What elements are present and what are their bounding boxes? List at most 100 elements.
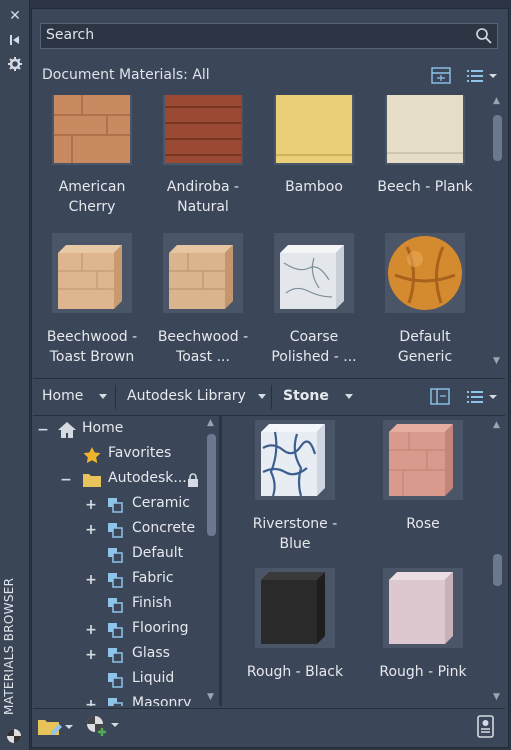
scroll-down-icon[interactable]: ▼: [207, 693, 214, 702]
library-materials-grid: Riverstone - Blue Rose Rough - Black Roug…: [222, 416, 505, 706]
tree-item-fabric[interactable]: + Fabric: [33, 569, 203, 591]
expand-icon[interactable]: +: [85, 623, 97, 637]
material-name-line1: American: [58, 179, 126, 195]
material-tile[interactable]: American Cherry: [42, 85, 142, 217]
lock-icon: [188, 473, 198, 487]
material-tile[interactable]: Beechwood - Toast ...: [153, 233, 253, 367]
material-swatch: [383, 420, 463, 500]
material-name-line1: Default: [399, 329, 451, 345]
material-tile[interactable]: Beech - Plank: [375, 85, 475, 197]
material-tile[interactable]: Bamboo: [264, 85, 364, 197]
tree-item-finish[interactable]: Finish: [33, 594, 203, 616]
scroll-down-icon[interactable]: ▼: [493, 357, 500, 366]
tree-item-label: Home: [82, 420, 124, 436]
tree-item-favorites[interactable]: Favorites: [33, 444, 203, 466]
material-name-line1: Bamboo: [285, 179, 343, 195]
tree-item-label: Finish: [132, 595, 172, 611]
expand-icon[interactable]: +: [85, 648, 97, 662]
material-name-line2: Polished - ...: [271, 349, 357, 365]
material-swatch: [383, 568, 463, 648]
tree-item-label: Masonry: [132, 695, 192, 706]
tree-item-ceramic[interactable]: + Ceramic: [33, 494, 203, 516]
chevron-down-icon[interactable]: [344, 393, 353, 399]
scrollbar-thumb[interactable]: [493, 554, 502, 586]
scrollbar-thumb[interactable]: [493, 115, 502, 161]
material-swatch: [52, 85, 132, 165]
material-tile[interactable]: Default Generic: [375, 233, 475, 367]
material-name-line1: Coarse: [289, 329, 339, 345]
material-tile[interactable]: Rough - Pink: [373, 568, 473, 682]
material-swatch: [163, 233, 243, 313]
tree-item-label: Favorites: [108, 445, 172, 461]
search-icon[interactable]: [475, 27, 493, 45]
tree-item-label: Liquid: [132, 670, 175, 686]
toggle-view-icon[interactable]: [430, 66, 452, 86]
scroll-up-icon[interactable]: ▲: [493, 421, 500, 430]
material-tile[interactable]: Rose: [373, 420, 473, 534]
collapse-icon[interactable]: −: [37, 423, 49, 437]
material-name-line2: Toast ...: [176, 349, 230, 365]
tree-item-label: Concrete: [132, 520, 196, 536]
folder-edit-icon: [38, 720, 73, 735]
tree-item-liquid[interactable]: Liquid: [33, 669, 203, 691]
material-name-line1: Beechwood -: [157, 329, 249, 345]
breadcrumb-home[interactable]: Home: [42, 388, 108, 404]
palette-title-strip: ✕ MATERIALS BROWSER: [0, 0, 30, 750]
create-material-button[interactable]: [85, 714, 121, 738]
material-swatch: [385, 85, 465, 165]
tree-item-glass[interactable]: + Glass: [33, 644, 203, 666]
expand-icon[interactable]: +: [85, 523, 97, 537]
library-grid-scrollbar[interactable]: ▲ ▼: [491, 416, 503, 706]
material-tile[interactable]: Andiroba - Natural: [153, 85, 253, 217]
toggle-tree-icon[interactable]: [429, 387, 451, 407]
tree-item-label: Ceramic: [132, 495, 190, 511]
material-category-icon: [108, 573, 123, 588]
material-category-icon: [108, 498, 123, 513]
expand-icon[interactable]: +: [85, 573, 97, 587]
tree-item-masonry[interactable]: + Masonry: [33, 694, 203, 706]
scroll-up-icon[interactable]: ▲: [207, 419, 214, 428]
tree-item-autodesk-library[interactable]: − Autodesk...: [33, 469, 208, 491]
home-icon: [58, 422, 76, 438]
tree-item-default[interactable]: Default: [33, 544, 203, 566]
material-tile[interactable]: Coarse Polished - ...: [264, 233, 364, 367]
material-tile[interactable]: Riverstone - Blue: [245, 420, 345, 554]
chevron-down-icon[interactable]: [99, 393, 108, 399]
expand-icon[interactable]: +: [85, 698, 97, 706]
breadcrumb-category[interactable]: Stone: [283, 388, 353, 404]
material-name-line2: Toast Brown: [49, 349, 135, 365]
document-materials-scrollbar[interactable]: ▲ ▼: [491, 95, 503, 370]
palette-title: MATERIALS BROWSER: [2, 577, 16, 715]
tree-scrollbar[interactable]: ▲ ▼: [205, 416, 217, 706]
material-name-line1: Beechwood -: [46, 329, 138, 345]
tree-item-flooring[interactable]: + Flooring: [33, 619, 203, 641]
autohide-icon[interactable]: [7, 32, 23, 48]
scrollbar-thumb[interactable]: [207, 434, 216, 536]
search-input[interactable]: Search: [40, 23, 498, 49]
collapse-icon[interactable]: −: [60, 473, 72, 487]
list-view-options-icon[interactable]: [465, 66, 499, 86]
close-icon[interactable]: ✕: [7, 8, 23, 24]
material-swatch: [255, 420, 335, 500]
tree-item-concrete[interactable]: + Concrete: [33, 519, 203, 541]
bottom-toolbar: [33, 708, 505, 745]
breadcrumb-library[interactable]: Autodesk Library: [127, 388, 266, 404]
expand-icon[interactable]: +: [85, 498, 97, 512]
scroll-down-icon[interactable]: ▼: [493, 693, 500, 702]
material-tile[interactable]: Rough - Black: [245, 568, 345, 682]
scroll-up-icon[interactable]: ▲: [493, 97, 500, 106]
material-name-line2: Cherry: [68, 199, 116, 215]
tree-item-home[interactable]: − Home: [33, 419, 203, 441]
star-icon: [83, 447, 101, 464]
chevron-down-icon[interactable]: [257, 393, 266, 399]
tree-item-label: Fabric: [132, 570, 174, 586]
manage-library-button[interactable]: [37, 716, 73, 738]
material-editor-button[interactable]: [476, 715, 496, 739]
material-swatch: [274, 233, 354, 313]
document-materials-header[interactable]: Document Materials: All: [42, 67, 210, 83]
tree-item-label: Default: [132, 545, 184, 561]
material-tile[interactable]: Beechwood - Toast Brown: [42, 233, 142, 367]
list-view-options-icon[interactable]: [465, 387, 499, 407]
gear-icon[interactable]: [7, 56, 23, 72]
material-category-icon: [108, 598, 123, 613]
